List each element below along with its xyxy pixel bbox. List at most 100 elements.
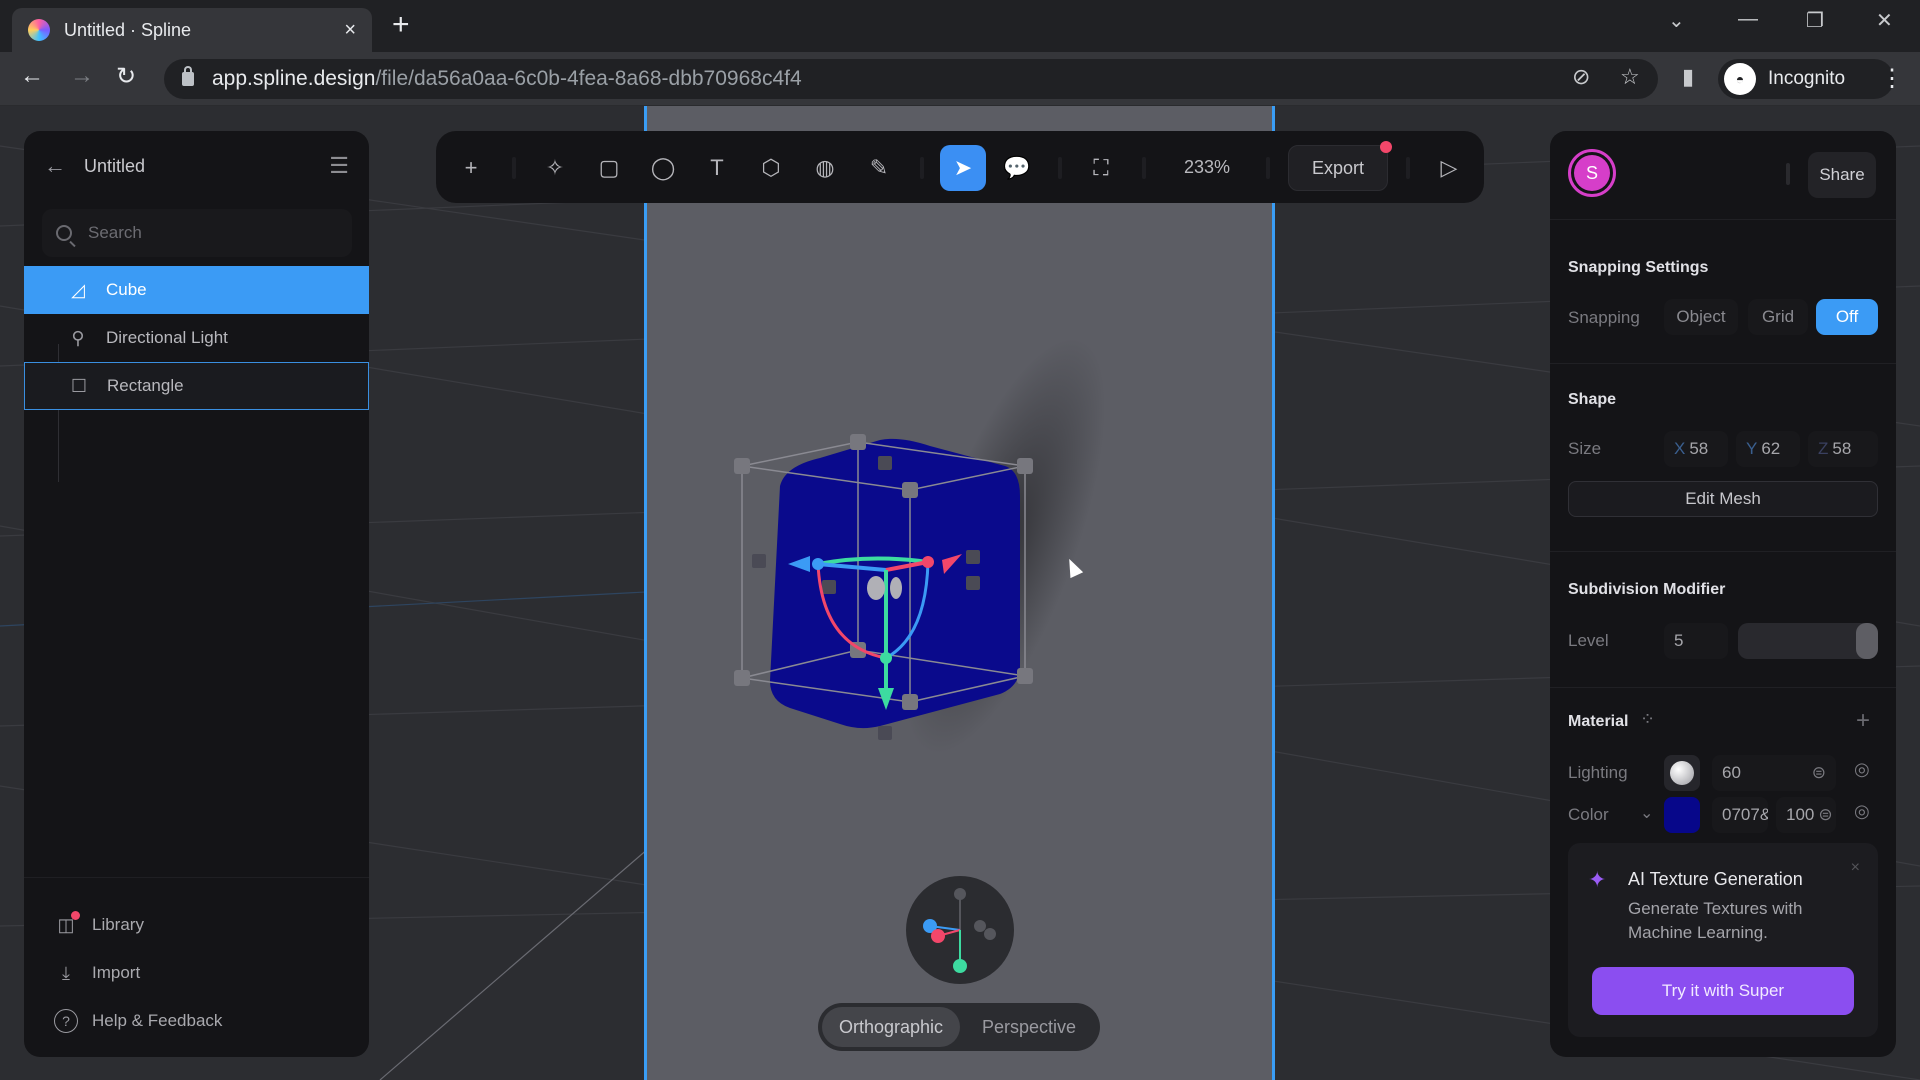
color-hex-field[interactable]: 0707&	[1712, 797, 1768, 833]
import-label: Import	[92, 963, 141, 982]
layer-item-cube[interactable]: ◿ Cube	[24, 266, 369, 314]
close-promo-icon[interactable]: ×	[1851, 859, 1860, 877]
zoom-level[interactable]: 233%	[1184, 157, 1230, 178]
color-mode-chevron-icon[interactable]: ⌄	[1640, 803, 1653, 823]
incognito-label: Incognito	[1768, 68, 1846, 89]
color-hex-value: 0707&	[1722, 805, 1768, 824]
gizmo-x-dot[interactable]	[931, 929, 945, 943]
ai-texture-promo-card: ✦ AI Texture Generation Generate Texture…	[1568, 843, 1878, 1037]
import-link[interactable]: ⤓ Import	[54, 956, 140, 990]
url-field[interactable]: app.spline.design /file/da56a0aa-6c0b-4f…	[164, 59, 1658, 99]
layer-label: Cube	[106, 280, 147, 299]
perspective-option[interactable]: Perspective	[962, 1007, 1096, 1047]
edit-mesh-button[interactable]: Edit Mesh	[1568, 481, 1878, 517]
size-y-field[interactable]: Y 62	[1736, 431, 1800, 467]
material-title: Material	[1568, 713, 1629, 730]
slider-knob[interactable]	[1856, 623, 1878, 659]
bookmark-star-icon[interactable]: ☆	[1620, 64, 1640, 90]
toolbar-divider	[1406, 157, 1410, 179]
reload-icon[interactable]: ↻	[116, 62, 136, 91]
cube-tool-button[interactable]: ⬡	[748, 145, 794, 191]
link-icon[interactable]: ⊜	[1812, 763, 1826, 783]
browser-menu-icon[interactable]: ⋮	[1880, 64, 1904, 93]
hamburger-menu-icon[interactable]: ☰	[329, 153, 349, 179]
browser-tab[interactable]: Untitled · Spline ×	[12, 8, 372, 52]
layer-item-rectangle[interactable]: ☐ Rectangle	[24, 362, 369, 410]
layer-item-directional-light[interactable]: ⚲ Directional Light	[24, 314, 369, 362]
lighting-preview[interactable]	[1664, 755, 1700, 791]
tab-close-icon[interactable]: ×	[344, 19, 356, 42]
incognito-badge[interactable]: ◓ Incognito	[1718, 59, 1894, 99]
file-name[interactable]: Untitled	[84, 156, 329, 177]
snap-object-option[interactable]: Object	[1664, 299, 1738, 335]
orientation-gizmo[interactable]	[906, 876, 1014, 984]
x-axis-label: X	[1674, 439, 1686, 458]
link-icon[interactable]: ⊜	[1818, 805, 1832, 825]
snapping-label: Snapping	[1568, 308, 1640, 327]
forward-icon[interactable]: →	[70, 62, 94, 90]
eye-off-icon[interactable]: ⊘	[1572, 64, 1590, 90]
main-toolbar: + ✧ ▢ ◯ T ⬡ ◍ ✎ ➤ 💬 ⛶ 233% Export ▷	[436, 131, 1484, 203]
add-tool-button[interactable]: +	[448, 145, 494, 191]
back-arrow-icon[interactable]: ←	[44, 153, 66, 179]
panel-footer: ◫ Library ⤓ Import ? Help & Feedback	[24, 877, 369, 1057]
window-close-icon[interactable]: ✕	[1876, 8, 1893, 33]
library-label: Library	[92, 915, 144, 934]
new-tab-button[interactable]: +	[392, 10, 410, 40]
lighting-value-field[interactable]: 60 ⊜	[1712, 755, 1836, 791]
pen-tool-button[interactable]: ✎	[856, 145, 902, 191]
color-swatch[interactable]	[1664, 797, 1700, 833]
size-z-field[interactable]: Z 58	[1808, 431, 1878, 467]
divider	[1550, 551, 1896, 552]
selected-cube[interactable]	[730, 426, 1060, 746]
sphere-tool-button[interactable]: ◍	[802, 145, 848, 191]
browser-tab-strip: Untitled · Spline × + ⌄ — ❐ ✕	[0, 0, 1920, 52]
ai-generate-button[interactable]: ✧	[532, 145, 578, 191]
tab-search-icon[interactable]: ⌄	[1668, 8, 1685, 33]
add-material-layer-icon[interactable]: +	[1856, 707, 1870, 735]
lock-icon[interactable]	[182, 66, 194, 86]
visibility-eye-icon[interactable]: ◎	[1854, 801, 1870, 822]
select-tool-button[interactable]: ➤	[940, 145, 986, 191]
layers-panel: ← Untitled ☰ Search ◿ Cube ⚲ Directional…	[24, 131, 369, 1057]
snapping-settings-title: Snapping Settings	[1568, 259, 1709, 276]
library-icon: ◫	[54, 911, 80, 937]
back-icon[interactable]: ←	[20, 62, 44, 90]
material-layers-icon[interactable]: ⁘	[1640, 709, 1655, 730]
help-feedback-link[interactable]: ? Help & Feedback	[54, 1004, 222, 1038]
import-icon: ⤓	[62, 962, 70, 983]
share-button[interactable]: Share	[1808, 152, 1876, 198]
opacity-field[interactable]: 100 ⊜	[1776, 797, 1836, 833]
library-link[interactable]: ◫ Library	[54, 908, 144, 942]
export-button[interactable]: Export	[1288, 145, 1388, 191]
camera-view-toggle[interactable]: Orthographic Perspective	[818, 1003, 1100, 1051]
size-label: Size	[1568, 439, 1602, 458]
user-avatar[interactable]: S	[1568, 149, 1616, 197]
level-field[interactable]: 5	[1664, 623, 1728, 659]
gizmo-y-dot[interactable]	[953, 959, 967, 973]
comment-tool-button[interactable]: 💬	[994, 145, 1040, 191]
level-slider[interactable]	[1738, 623, 1878, 659]
sparkle-icon: ✦	[1588, 867, 1607, 892]
tab-title: Untitled · Spline	[64, 19, 192, 40]
ellipse-tool-button[interactable]: ◯	[640, 145, 686, 191]
visibility-eye-icon[interactable]: ◎	[1854, 759, 1870, 780]
y-axis-label: Y	[1746, 439, 1758, 458]
rectangle-tool-button[interactable]: ▢	[586, 145, 632, 191]
layer-search-input[interactable]: Search	[42, 209, 352, 257]
level-value: 5	[1674, 631, 1684, 650]
size-x-field[interactable]: X 58	[1664, 431, 1728, 467]
try-super-button[interactable]: Try it with Super	[1592, 967, 1854, 1015]
minimize-icon[interactable]: —	[1738, 8, 1758, 31]
frame-tool-button[interactable]: ⛶	[1078, 145, 1124, 191]
side-panel-icon[interactable]: ▮	[1682, 64, 1694, 90]
lighting-value: 60	[1722, 763, 1741, 782]
play-button[interactable]: ▷	[1426, 145, 1472, 191]
snap-grid-option[interactable]: Grid	[1748, 299, 1808, 335]
restore-icon[interactable]: ❐	[1806, 8, 1824, 33]
promo-title: AI Texture Generation	[1628, 869, 1803, 889]
toolbar-divider	[1266, 157, 1270, 179]
text-tool-button[interactable]: T	[694, 145, 740, 191]
snap-off-option[interactable]: Off	[1816, 299, 1878, 335]
orthographic-option[interactable]: Orthographic	[822, 1007, 960, 1047]
